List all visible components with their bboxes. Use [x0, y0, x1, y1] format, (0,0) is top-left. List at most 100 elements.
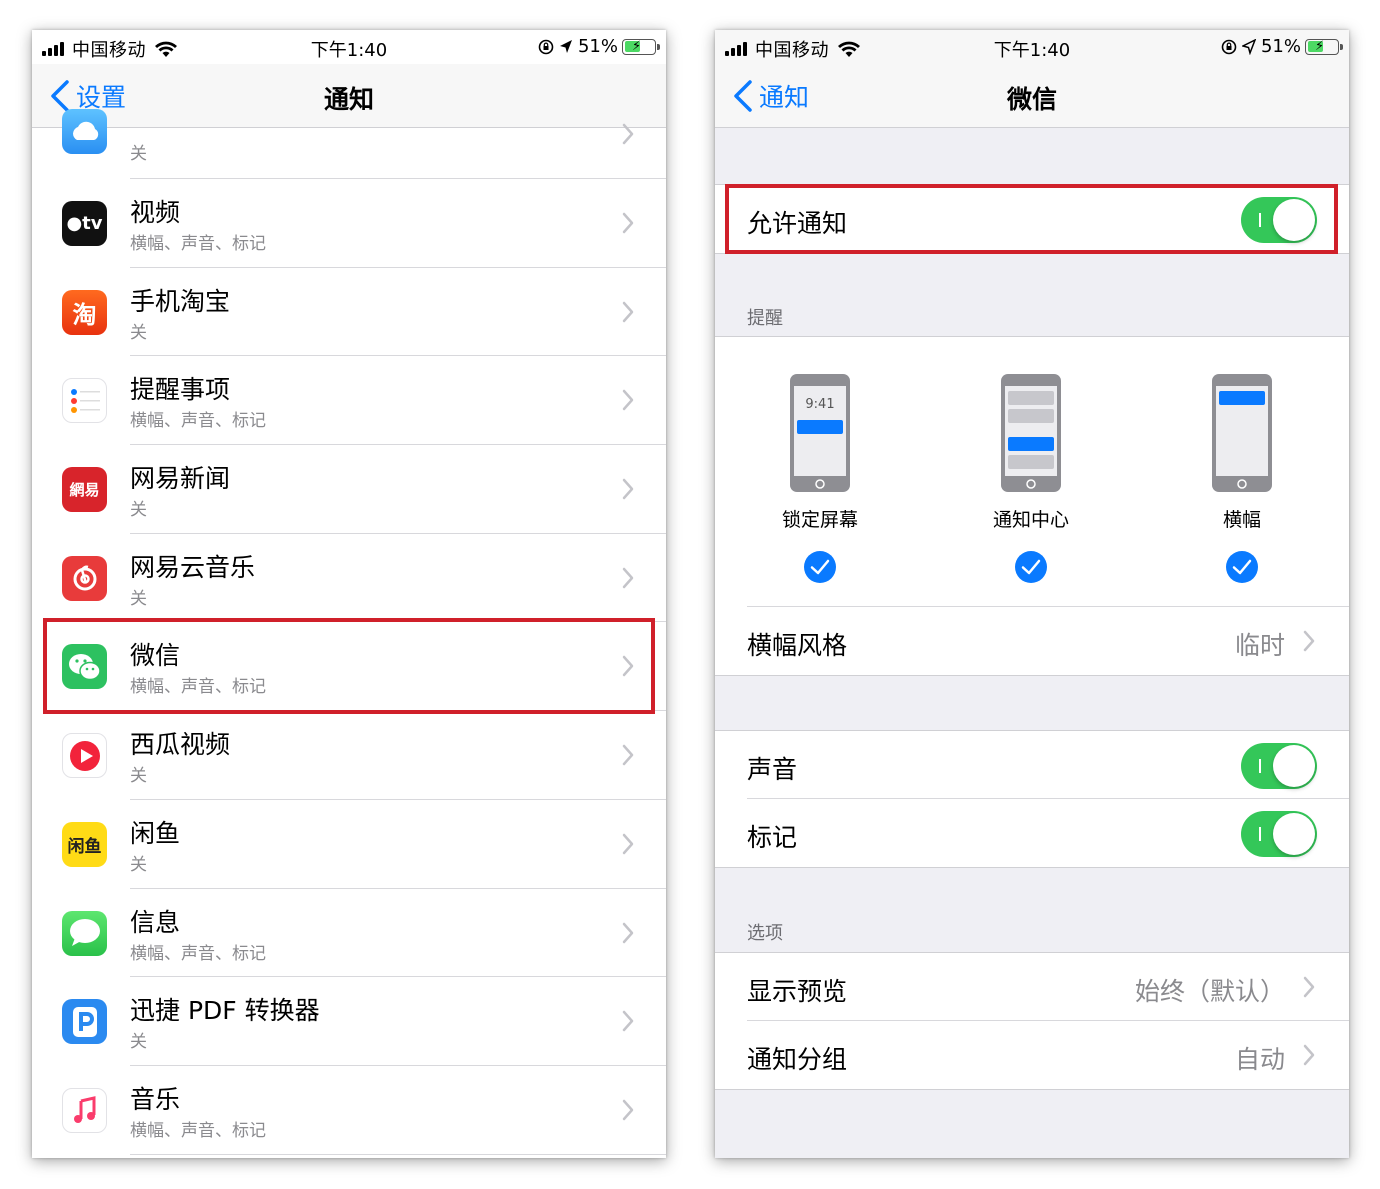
battery-percent: 51%	[1260, 36, 1301, 57]
app-sub: 关	[130, 144, 147, 164]
app-sub: 关	[130, 854, 147, 875]
app-sub: 关	[130, 322, 147, 343]
app-row-taobao[interactable]: 淘 手机淘宝 关	[32, 267, 666, 357]
app-name: 信息	[130, 907, 181, 937]
location-icon	[1241, 38, 1256, 55]
notification-center-preview-icon	[1001, 374, 1061, 492]
sounds-badges-group: 声音 标记	[715, 730, 1349, 868]
app-sub: 关	[130, 1032, 147, 1053]
apple-tv-icon: ●tv	[62, 201, 107, 246]
alert-option-label: 通知中心	[992, 509, 1069, 531]
chevron-right-icon	[1303, 630, 1315, 652]
app-sub: 关	[130, 766, 147, 787]
badges-toggle[interactable]	[1241, 811, 1317, 857]
banner-style-cell[interactable]: 横幅风格 临时	[715, 607, 1349, 675]
xigua-video-icon	[62, 733, 107, 779]
chevron-left-icon	[51, 80, 69, 112]
chevron-right-icon	[622, 744, 634, 766]
alert-option-label: 横幅	[1222, 509, 1261, 531]
banner-preview-icon	[1212, 374, 1272, 492]
chevron-right-icon	[622, 123, 634, 145]
alert-option-banners[interactable]: 横幅	[1182, 373, 1302, 588]
app-sub: 横幅、声音、标记	[130, 1120, 266, 1141]
alert-styles: 9:41 锁定屏幕 通知中心 横幅	[715, 337, 1349, 607]
allow-notifications-highlight	[725, 184, 1338, 254]
banner-style-label: 横幅风格	[747, 631, 848, 660]
reminders-icon	[62, 378, 107, 424]
location-icon	[559, 39, 572, 53]
chevron-right-icon	[1303, 1044, 1315, 1066]
app-name: 手机淘宝	[130, 286, 231, 316]
pdf-converter-icon	[62, 999, 107, 1045]
badges-label: 标记	[747, 823, 798, 852]
battery-percent: 51%	[577, 36, 618, 57]
app-row-music[interactable]: 音乐 横幅、声音、标记	[32, 1065, 666, 1155]
chevron-right-icon	[622, 833, 634, 855]
app-row-weather[interactable]: 关	[32, 109, 666, 179]
app-sub: 横幅、声音、标记	[130, 234, 266, 254]
battery-icon: ⚡	[622, 38, 660, 55]
notifications-screen: 中国移动 下午1:40 51% ⚡ 设置 通知 关 ●tv 视频 横幅、声音、标…	[32, 30, 666, 1158]
page-title: 通知	[323, 85, 374, 114]
weather-app-icon	[62, 109, 107, 154]
checkmark-icon	[804, 551, 836, 583]
notification-grouping-label: 通知分组	[747, 1045, 848, 1074]
alert-option-label: 锁定屏幕	[781, 509, 858, 531]
music-icon	[62, 1087, 107, 1133]
app-sub: 关	[130, 588, 147, 609]
app-row-netease-news[interactable]: 網易 网易新闻 关	[32, 445, 666, 534]
page-title: 微信	[1006, 85, 1057, 114]
chevron-right-icon	[622, 567, 634, 588]
app-row-tv[interactable]: ●tv 视频 横幅、声音、标记	[32, 179, 666, 268]
app-name: 音乐	[130, 1084, 181, 1114]
alert-option-lock-screen[interactable]: 9:41 锁定屏幕	[760, 373, 880, 588]
app-row-pdf[interactable]: 迅捷 PDF 转换器 关	[32, 977, 666, 1066]
nav-bar: 设置 通知	[32, 64, 666, 128]
netease-music-icon	[62, 555, 107, 601]
back-label: 通知	[759, 83, 810, 112]
app-row-netease-music[interactable]: 网易云音乐 关	[32, 533, 666, 623]
show-previews-value: 始终（默认）	[1134, 977, 1285, 1006]
app-name: 迅捷 PDF 转换器	[130, 996, 320, 1026]
back-button[interactable]: 通知	[733, 78, 809, 114]
alert-option-notification-center[interactable]: 通知中心	[971, 373, 1091, 588]
app-row-xigua[interactable]: 西瓜视频 关	[32, 711, 666, 800]
xianyu-icon: 闲鱼	[62, 821, 107, 867]
lock-screen-preview-icon: 9:41	[790, 374, 850, 492]
rotation-lock-icon	[538, 39, 554, 54]
badges-cell: 标记	[715, 799, 1349, 867]
app-sub: 横幅、声音、标记	[130, 943, 266, 964]
app-row-xianyu[interactable]: 闲鱼 闲鱼 关	[32, 799, 666, 889]
app-name: 网易云音乐	[130, 552, 256, 582]
status-bar: 中国移动 下午1:40 51% ⚡	[32, 30, 666, 64]
chevron-right-icon	[622, 478, 634, 500]
app-sub: 关	[130, 500, 147, 521]
status-bar: 中国移动 下午1:40 51% ⚡	[715, 30, 1349, 64]
app-name: 提醒事项	[130, 375, 231, 405]
nav-bar: 通知 微信	[715, 64, 1349, 128]
chevron-right-icon	[622, 922, 634, 943]
chevron-right-icon	[622, 212, 634, 234]
app-name: 视频	[130, 198, 181, 227]
alerts-section-header: 提醒	[747, 308, 783, 329]
show-previews-label: 显示预览	[747, 977, 848, 1006]
preview-time: 9:41	[805, 397, 834, 412]
sounds-toggle[interactable]	[1241, 743, 1317, 789]
app-name: 网易新闻	[130, 464, 231, 494]
rotation-lock-icon	[1221, 39, 1237, 54]
notification-grouping-value: 自动	[1234, 1045, 1285, 1074]
netease-news-icon: 網易	[62, 467, 107, 513]
messages-icon	[62, 910, 107, 956]
chevron-right-icon	[1303, 976, 1315, 998]
app-name: 闲鱼	[130, 818, 181, 848]
chevron-right-icon	[622, 1099, 634, 1121]
options-group: 显示预览 始终（默认） 通知分组 自动	[715, 952, 1349, 1090]
taobao-icon: 淘	[62, 289, 107, 335]
app-row-messages[interactable]: 信息 横幅、声音、标记	[32, 888, 666, 978]
app-name: 西瓜视频	[130, 730, 231, 760]
app-row-reminders[interactable]: 提醒事项 横幅、声音、标记	[32, 356, 666, 446]
show-previews-cell[interactable]: 显示预览 始终（默认）	[715, 953, 1349, 1021]
notification-grouping-cell[interactable]: 通知分组 自动	[715, 1021, 1349, 1089]
battery-icon: ⚡	[1305, 38, 1343, 55]
sounds-cell: 声音	[715, 731, 1349, 799]
